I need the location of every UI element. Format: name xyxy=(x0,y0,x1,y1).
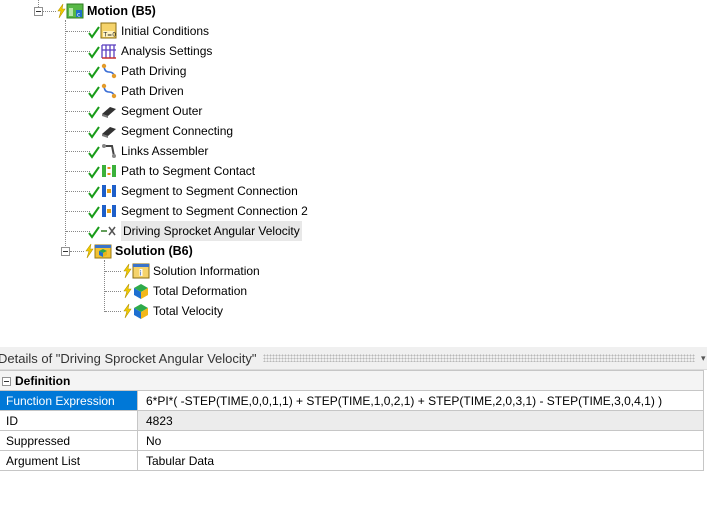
svg-text:T=0: T=0 xyxy=(103,32,117,39)
tree-item-analysis-settings[interactable]: Analysis Settings xyxy=(88,41,212,61)
property-row[interactable]: Function Expression 6*PI*( -STEP(TIME,0,… xyxy=(0,390,704,411)
connection-icon xyxy=(100,202,118,220)
checkmark-icon xyxy=(88,183,100,199)
checkmark-icon xyxy=(88,43,100,59)
lightning-icon xyxy=(122,303,132,319)
tree-item-segment-outer[interactable]: Segment Outer xyxy=(88,101,202,121)
collapse-solution-toggle[interactable] xyxy=(61,247,70,256)
tree-item-label: Links Assembler xyxy=(121,144,209,158)
tree-item-segment-connection-2[interactable]: Segment to Segment Connection 2 xyxy=(88,201,308,221)
tree-item-path-driven[interactable]: Path Driven xyxy=(88,81,184,101)
checkmark-icon xyxy=(88,123,100,139)
tree-item-solution[interactable]: Solution (B6) xyxy=(84,241,193,261)
drag-grip xyxy=(262,354,695,362)
lightning-icon xyxy=(84,243,94,259)
tree-item-links-assembler[interactable]: Links Assembler xyxy=(88,141,208,161)
tree-item-label: Analysis Settings xyxy=(121,44,213,58)
outline-tree: c Motion (B5) T=0 Initial Conditions Ana… xyxy=(0,0,707,330)
tree-item-motion[interactable]: c Motion (B5) xyxy=(56,1,156,21)
tree-item-label: Path to Segment Contact xyxy=(121,164,256,178)
property-key[interactable]: Function Expression xyxy=(0,390,138,411)
path-icon xyxy=(100,62,118,80)
svg-text:c: c xyxy=(77,12,80,19)
checkmark-icon xyxy=(88,23,100,39)
tree-item-label: Segment Connecting xyxy=(121,124,234,138)
property-row[interactable]: ID 4823 xyxy=(0,410,704,431)
solution-information-icon: i xyxy=(132,262,150,280)
checkmark-icon xyxy=(88,203,100,219)
tree-item-label: Driving Sprocket Angular Velocity xyxy=(121,221,302,241)
svg-text:i: i xyxy=(140,270,142,278)
tree-item-solution-information[interactable]: i Solution Information xyxy=(122,261,260,281)
checkmark-icon xyxy=(88,83,100,99)
tree-item-label: Segment to Segment Connection 2 xyxy=(121,204,308,218)
details-panel: Details of "Driving Sprocket Angular Vel… xyxy=(0,347,707,471)
lightning-icon xyxy=(122,283,132,299)
path-icon xyxy=(100,82,118,100)
tree-item-total-deformation[interactable]: Total Deformation xyxy=(122,281,247,301)
result-cube-icon xyxy=(132,282,150,300)
category-label: Definition xyxy=(15,373,71,388)
analysis-settings-icon xyxy=(100,42,118,60)
checkmark-icon xyxy=(88,163,100,179)
tree-item-label: Total Velocity xyxy=(153,304,224,318)
tree-item-total-velocity[interactable]: Total Velocity xyxy=(122,301,223,321)
tree-item-path-to-segment-contact[interactable]: Path to Segment Contact xyxy=(88,161,255,181)
checkmark-icon xyxy=(88,103,100,119)
result-cube-icon xyxy=(132,302,150,320)
connection-icon xyxy=(100,182,118,200)
contact-icon xyxy=(100,162,118,180)
property-value-argument-list[interactable]: Tabular Data xyxy=(137,450,704,471)
panel-menu-icon[interactable]: ▾ xyxy=(701,353,707,364)
details-table: Definition Function Expression 6*PI*( -S… xyxy=(0,370,704,471)
tree-item-path-driving[interactable]: Path Driving xyxy=(88,61,186,81)
collapse-category-icon[interactable] xyxy=(2,376,11,386)
property-value-suppressed[interactable]: No xyxy=(137,430,704,451)
motion-analysis-icon: c xyxy=(66,2,84,20)
tree-item-label: Path Driven xyxy=(121,84,184,98)
checkmark-icon xyxy=(88,223,100,239)
checkmark-icon xyxy=(88,63,100,79)
segment-icon xyxy=(100,102,118,120)
tree-item-label: Path Driving xyxy=(121,64,187,78)
tree-item-label: Segment Outer xyxy=(121,104,203,118)
property-key: ID xyxy=(0,410,138,431)
links-assembler-icon xyxy=(100,142,118,160)
collapse-motion-toggle[interactable] xyxy=(34,7,43,16)
tree-item-label: Segment to Segment Connection xyxy=(121,184,298,198)
tree-item-segment-connecting[interactable]: Segment Connecting xyxy=(88,121,233,141)
category-row[interactable]: Definition xyxy=(0,370,704,391)
solution-icon xyxy=(94,242,112,260)
tree-item-label: Motion (B5) xyxy=(87,4,156,18)
initial-conditions-icon: T=0 xyxy=(100,22,118,40)
tree-item-label: Total Deformation xyxy=(153,284,248,298)
category-cell: Definition xyxy=(0,370,704,391)
details-header[interactable]: Details of "Driving Sprocket Angular Vel… xyxy=(0,347,707,370)
details-title: Details of "Driving Sprocket Angular Vel… xyxy=(0,350,257,366)
property-row[interactable]: Argument List Tabular Data xyxy=(0,450,704,471)
property-row[interactable]: Suppressed No xyxy=(0,430,704,451)
lightning-icon xyxy=(56,3,66,19)
property-key: Argument List xyxy=(0,450,138,471)
tree-item-initial-conditions[interactable]: T=0 Initial Conditions xyxy=(88,21,209,41)
property-value-function-expression[interactable]: 6*PI*( -STEP(TIME,0,0,1,1) + STEP(TIME,1… xyxy=(137,390,704,411)
tree-item-label: Solution (B6) xyxy=(115,244,193,258)
joint-load-icon xyxy=(100,222,118,240)
property-value-id: 4823 xyxy=(137,410,704,431)
checkmark-icon xyxy=(88,143,100,159)
segment-icon xyxy=(100,122,118,140)
tree-item-driving-sprocket-angular-velocity[interactable]: Driving Sprocket Angular Velocity xyxy=(88,221,302,241)
tree-item-segment-connection[interactable]: Segment to Segment Connection xyxy=(88,181,298,201)
property-key: Suppressed xyxy=(0,430,138,451)
lightning-icon xyxy=(122,263,132,279)
tree-item-label: Initial Conditions xyxy=(121,24,210,38)
tree-item-label: Solution Information xyxy=(153,264,260,278)
